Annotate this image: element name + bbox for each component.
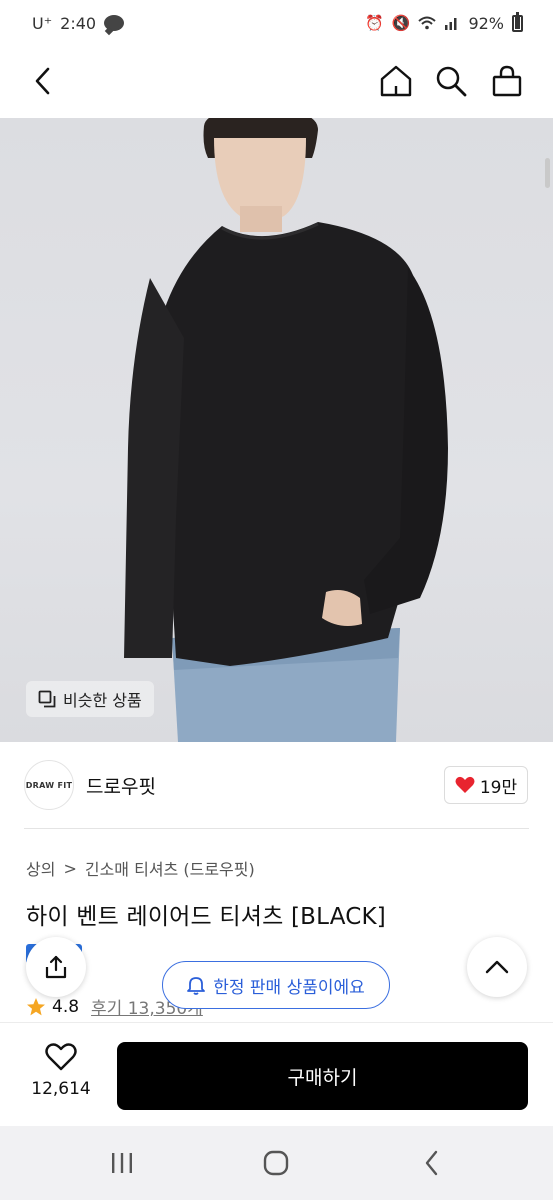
purchase-bar: 12,614 구매하기 — [0, 1022, 553, 1126]
carrier-label: U⁺ — [32, 13, 53, 33]
talk-notification-icon — [104, 15, 125, 31]
search-icon — [436, 66, 467, 97]
heart-icon — [455, 776, 475, 793]
breadcrumb: 상의 > 긴소매 티셔츠 (드로우핏) — [26, 856, 255, 880]
star-icon — [27, 997, 45, 1015]
limited-sale-banner: 한정 판매 상품이에요 — [162, 961, 390, 1009]
wishlist-count: 12,614 — [31, 1079, 91, 1099]
status-right: ⏰ 🔇 92% — [365, 11, 523, 33]
battery-percent: 92% — [468, 13, 504, 33]
breadcrumb-separator: > — [63, 858, 77, 878]
scroll-top-button[interactable] — [467, 937, 527, 997]
scroll-indicator — [545, 158, 550, 188]
wifi-icon — [418, 16, 437, 30]
bell-icon — [187, 977, 206, 995]
brand-logo[interactable]: DRAW FIT — [24, 760, 74, 810]
system-navigation-bar — [0, 1126, 553, 1200]
product-title: 하이 벤트 레이어드 티셔츠 [BLACK] — [26, 904, 386, 930]
limited-sale-label: 한정 판매 상품이에요 — [213, 977, 365, 998]
product-image[interactable] — [0, 118, 553, 742]
heart-outline-icon — [45, 1043, 77, 1071]
brand-row: DRAW FIT 드로우핏 19만 — [0, 742, 553, 828]
status-left: U⁺ 2:40 — [32, 13, 125, 33]
clock: 2:40 — [60, 13, 97, 33]
breadcrumb-sub-category[interactable]: 긴소매 티셔츠 (드로우핏) — [85, 856, 255, 880]
alarm-icon: ⏰ — [365, 14, 384, 32]
cart-button[interactable] — [486, 60, 528, 102]
mute-icon: 🔇 — [391, 14, 411, 32]
share-icon — [45, 955, 67, 979]
divider — [24, 828, 529, 829]
model-illustration — [124, 118, 448, 742]
top-navigation — [0, 46, 553, 118]
share-button[interactable] — [26, 937, 86, 997]
status-bar: U⁺ 2:40 ⏰ 🔇 92% — [0, 0, 553, 46]
buy-button[interactable]: 구매하기 — [117, 1042, 528, 1110]
back-button[interactable] — [22, 60, 64, 102]
brand-like-button[interactable]: 19만 — [444, 766, 528, 804]
system-back-button[interactable] — [412, 1146, 452, 1180]
recent-apps-button[interactable] — [102, 1146, 142, 1180]
system-back-icon — [425, 1150, 438, 1176]
copy-icon — [38, 690, 56, 708]
home-icon — [380, 65, 412, 97]
brand-logo-text: DRAW FIT — [25, 780, 73, 790]
home-button[interactable] — [375, 60, 417, 102]
search-button[interactable] — [430, 60, 472, 102]
home-circle-icon — [263, 1150, 289, 1176]
recent-apps-icon — [112, 1153, 132, 1173]
similar-products-button[interactable]: 비슷한 상품 — [26, 681, 154, 717]
battery-icon — [512, 11, 523, 32]
breadcrumb-top-category[interactable]: 상의 — [26, 856, 55, 880]
wishlist-button[interactable]: 12,614 — [26, 1043, 96, 1099]
system-home-button[interactable] — [256, 1146, 296, 1180]
similar-products-label: 비슷한 상품 — [63, 691, 142, 710]
back-icon — [35, 67, 50, 95]
chevron-up-icon — [485, 960, 509, 974]
signal-icon — [445, 18, 457, 30]
shopping-bag-icon — [492, 65, 522, 97]
brand-like-count: 19만 — [479, 777, 518, 798]
rating-value: 4.8 — [52, 996, 80, 1017]
brand-name[interactable]: 드로우핏 — [86, 772, 156, 799]
